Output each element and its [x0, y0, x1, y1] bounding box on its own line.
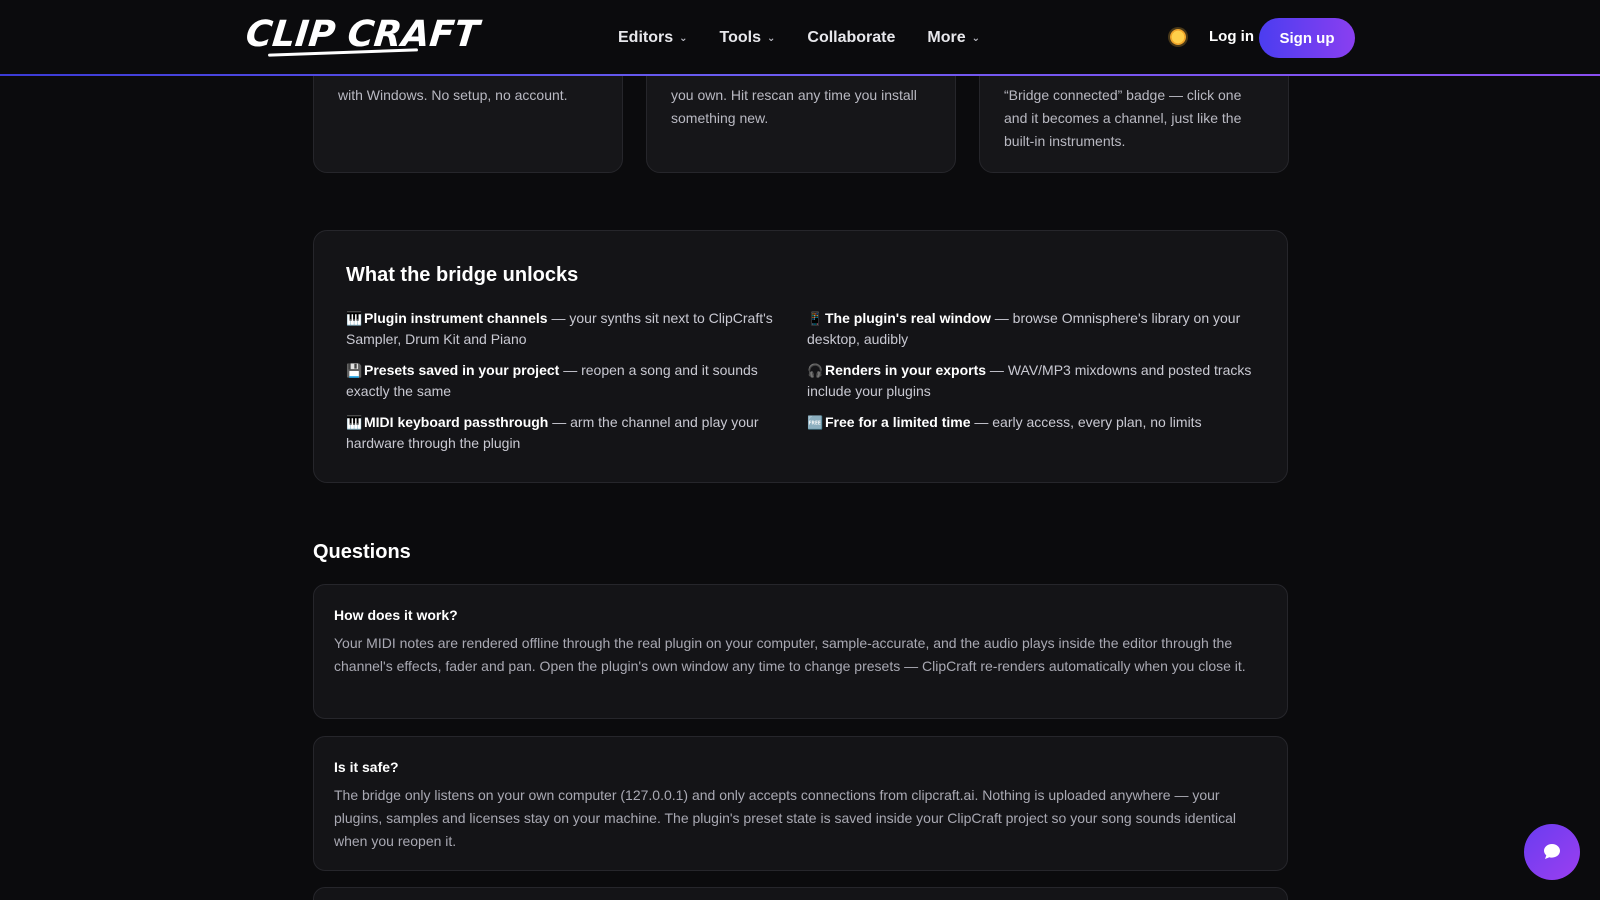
nav-collaborate[interactable]: Collaborate	[807, 26, 895, 50]
faq-answer: Your MIDI notes are rendered offline thr…	[334, 635, 1246, 674]
nav-collaborate-label: Collaborate	[807, 29, 896, 46]
chevron-down-icon: ⌄	[971, 32, 981, 44]
keyboard-icon: 🎹	[346, 415, 363, 430]
sun-icon[interactable]	[1170, 29, 1186, 45]
header-divider	[0, 74, 1600, 76]
feature-card-1-text: with Windows. No setup, no account.	[338, 87, 568, 103]
feature-title: Renders in your exports	[825, 362, 987, 378]
feature-title: MIDI keyboard passthrough	[364, 414, 549, 430]
feature-title: The plugin's real window	[825, 310, 991, 326]
site-header: CLIP CRAFT Editors ⌄ Tools ⌄ Collaborate…	[0, 0, 1600, 76]
login-link[interactable]: Log in	[1209, 28, 1254, 45]
clipcraft-logo[interactable]: CLIP CRAFT	[244, 14, 481, 55]
nav-editors-label: Editors	[618, 29, 674, 46]
main-nav: Editors ⌄ Tools ⌄ Collaborate More ⌄	[618, 26, 1012, 50]
feature-item: 🎹 Plugin instrument channels — your synth…	[346, 308, 791, 349]
floppy-disk-icon: 💾	[346, 363, 363, 378]
piano-icon: 🎹	[346, 311, 363, 326]
nav-editors[interactable]: Editors ⌄	[618, 26, 688, 50]
feature-title: Free for a limited time	[825, 414, 971, 430]
phone-icon: 📱	[807, 311, 824, 326]
chevron-down-icon: ⌄	[679, 32, 688, 44]
faq-question: How does it work?	[334, 607, 458, 623]
feature-item: 📱 The plugin's real window — browse Omnis…	[807, 308, 1252, 349]
free-badge-icon: 🆓	[807, 415, 824, 430]
feature-item: 🎧 Renders in your exports — WAV/MP3 mixdo…	[807, 360, 1252, 401]
unlocks-panel: What the bridge unlocks 🎹 Plugin instrume…	[313, 230, 1288, 483]
unlocks-title: What the bridge unlocks	[346, 264, 579, 286]
feature-card-3-text: “Bridge connected” badge — click one and…	[1004, 87, 1242, 149]
headphones-icon: 🎧	[807, 363, 824, 378]
nav-more[interactable]: More ⌄	[927, 26, 980, 50]
chevron-down-icon: ⌄	[767, 32, 776, 44]
nav-more-label: More	[927, 29, 966, 46]
feature-card-2-text: you own. Hit rescan any time you install…	[671, 87, 917, 126]
faq-item[interactable]: Is it safe? The bridge only listens on y…	[313, 736, 1288, 871]
faq-item[interactable]	[313, 887, 1288, 900]
feature-item: 💾 Presets saved in your project — reopen …	[346, 360, 791, 401]
faq-item[interactable]: How does it work? Your MIDI notes are re…	[313, 584, 1288, 719]
feature-title: Plugin instrument channels	[364, 310, 548, 326]
feature-desc: — early access, every plan, no limits	[970, 414, 1202, 430]
feature-item: 🆓 Free for a limited time — early access,…	[807, 412, 1252, 433]
faq-question: Is it safe?	[334, 759, 399, 775]
nav-tools-label: Tools	[719, 29, 761, 46]
chat-button[interactable]	[1524, 824, 1580, 880]
signup-button[interactable]: Sign up	[1259, 18, 1355, 58]
feature-item: 🎹 MIDI keyboard passthrough — arm the cha…	[346, 412, 791, 453]
faq-answer: The bridge only listens on your own comp…	[334, 787, 1237, 849]
chat-bubble-icon	[1544, 844, 1560, 859]
nav-tools[interactable]: Tools ⌄	[720, 26, 776, 50]
questions-title: Questions	[313, 541, 411, 563]
feature-title: Presets saved in your project	[364, 362, 560, 378]
